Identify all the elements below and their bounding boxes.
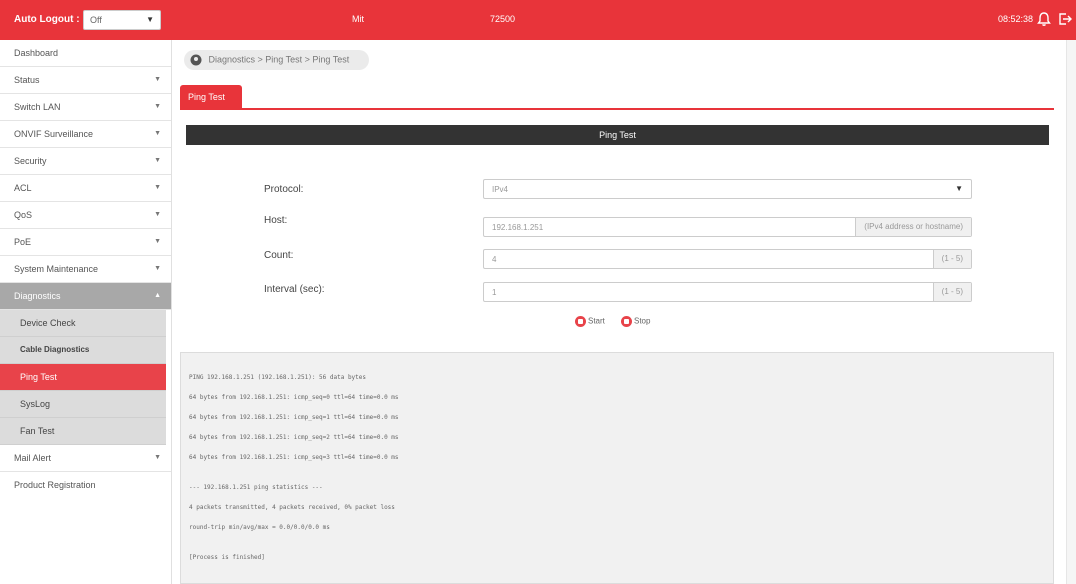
ping-output-console: PING 192.168.1.251 (192.168.1.251): 56 d… (180, 352, 1054, 584)
sidebar-item-device-check[interactable]: Device Check (0, 310, 166, 337)
stop-label: Stop (634, 316, 651, 326)
sidebar-item-fan-test[interactable]: Fan Test (0, 418, 166, 445)
sidebar-item-onvif[interactable]: ONVIF Surveillance ▼ (0, 121, 171, 148)
chevron-down-icon: ▼ (154, 130, 161, 137)
sidebar: Dashboard Status ▼ Switch LAN ▼ ONVIF Surv… (0, 40, 172, 584)
console-line: PING 192.168.1.251 (192.168.1.251): 56 d… (189, 374, 367, 381)
chevron-up-icon: ▲ (154, 292, 161, 299)
start-button[interactable]: Start (575, 316, 605, 330)
sidebar-item-label: ACL (14, 183, 32, 193)
top-bar: Auto Logout : Off ▼ Mit 72500 08:52:38 (0, 0, 1076, 40)
sidebar-item-qos[interactable]: QoS ▼ (0, 202, 171, 229)
sidebar-item-ping-test[interactable]: Ping Test (0, 364, 166, 391)
auto-logout-select[interactable]: Off ▼ (83, 10, 161, 30)
chevron-down-icon: ▼ (154, 238, 161, 245)
interval-input[interactable]: 1 (1 - 5) (483, 282, 972, 302)
breadcrumb-text: Diagnostics > Ping Test > Ping Test (208, 54, 350, 65)
interval-hint: (1 - 5) (932, 283, 971, 301)
page-scrollbar[interactable] (1066, 40, 1076, 584)
chevron-down-icon: ▼ (955, 184, 963, 193)
host-input[interactable]: 192.168.1.251 (IPv4 address or hostname) (483, 217, 972, 237)
device-serial: 72500 (490, 14, 516, 24)
console-line: 64 bytes from 192.168.1.251: icmp_seq=3 … (189, 454, 399, 461)
bell-icon[interactable] (1036, 11, 1052, 27)
chevron-down-icon: ▼ (154, 211, 161, 218)
count-label: Count: (264, 250, 294, 261)
sidebar-item-label: Dashboard (14, 48, 59, 58)
sidebar-item-diagnostics[interactable]: Diagnostics ▲ (0, 283, 171, 310)
sidebar-item-security[interactable]: Security ▼ (0, 148, 171, 175)
sidebar-item-label: System Maintenance (14, 264, 99, 274)
console-line: [Process is finished] (189, 554, 265, 561)
protocol-value: IPv4 (492, 185, 509, 194)
breadcrumb: Diagnostics > Ping Test > Ping Test (184, 50, 369, 70)
chevron-down-icon: ▼ (154, 157, 161, 164)
chevron-down-icon: ▼ (154, 454, 161, 461)
sidebar-item-dashboard[interactable]: Dashboard (0, 40, 171, 67)
sidebar-item-mail-alert[interactable]: Mail Alert ▼ (0, 445, 171, 472)
sidebar-item-label: Product Registration (14, 480, 96, 490)
start-label: Start (588, 316, 605, 326)
host-hint: (IPv4 address or hostname) (855, 218, 971, 236)
sidebar-item-system-maintenance[interactable]: System Maintenance ▼ (0, 256, 171, 283)
protocol-select[interactable]: IPv4 ▼ (483, 179, 972, 199)
system-clock: 08:52:38 (998, 14, 1034, 24)
chevron-down-icon: ▼ (146, 15, 154, 24)
sidebar-item-label: Ping Test (20, 372, 57, 382)
logout-icon[interactable] (1057, 11, 1073, 27)
protocol-label: Protocol: (264, 184, 304, 195)
stop-icon (621, 316, 632, 327)
console-line: --- 192.168.1.251 ping statistics --- (189, 484, 323, 491)
sidebar-item-product-registration[interactable]: Product Registration (0, 472, 171, 499)
sidebar-item-label: PoE (14, 237, 32, 247)
sidebar-item-label: Fan Test (20, 426, 55, 436)
sidebar-item-cable-diagnostics[interactable]: Cable Diagnostics (0, 337, 166, 364)
count-value: 4 (492, 255, 497, 264)
host-value: 192.168.1.251 (492, 223, 544, 232)
console-line: round-trip min/avg/max = 0.0/0.0/0.0 ms (189, 524, 330, 531)
sidebar-item-switch-lan[interactable]: Switch LAN ▼ (0, 94, 171, 121)
location-pin-icon (190, 54, 202, 66)
chevron-down-icon: ▼ (154, 76, 161, 83)
chevron-down-icon: ▼ (154, 265, 161, 272)
sidebar-item-label: Device Check (20, 318, 76, 328)
device-model: Mit (352, 14, 364, 24)
sidebar-item-label: Cable Diagnostics (20, 345, 90, 354)
console-line: 4 packets transmitted, 4 packets receive… (189, 504, 395, 511)
tab-underline (180, 108, 1054, 110)
host-label: Host: (264, 215, 288, 226)
start-icon (575, 316, 586, 327)
sidebar-item-label: ONVIF Surveillance (14, 129, 94, 139)
stop-button[interactable]: Stop (621, 316, 650, 330)
sidebar-item-label: SysLog (20, 399, 51, 409)
sidebar-item-label: Diagnostics (14, 291, 61, 301)
sidebar-item-poe[interactable]: PoE ▼ (0, 229, 171, 256)
section-title-bar: Ping Test (186, 125, 1049, 145)
interval-value: 1 (492, 288, 497, 297)
count-input[interactable]: 4 (1 - 5) (483, 249, 972, 269)
sidebar-item-acl[interactable]: ACL ▼ (0, 175, 171, 202)
sidebar-item-label: Status (14, 75, 40, 85)
count-hint: (1 - 5) (932, 250, 971, 268)
sidebar-item-label: QoS (14, 210, 33, 220)
sidebar-item-label: Switch LAN (14, 102, 61, 112)
sidebar-item-status[interactable]: Status ▼ (0, 67, 171, 94)
sidebar-item-syslog[interactable]: SysLog (0, 391, 166, 418)
chevron-down-icon: ▼ (154, 103, 161, 110)
auto-logout-value: Off (90, 15, 102, 25)
auto-logout-label: Auto Logout : (14, 14, 80, 25)
sidebar-item-label: Mail Alert (14, 453, 52, 463)
interval-label: Interval (sec): (264, 284, 325, 295)
console-line: 64 bytes from 192.168.1.251: icmp_seq=0 … (189, 394, 399, 401)
console-line: 64 bytes from 192.168.1.251: icmp_seq=2 … (189, 434, 399, 441)
chevron-down-icon: ▼ (154, 184, 161, 191)
tab-ping-test[interactable]: Ping Test (180, 85, 242, 108)
console-line: 64 bytes from 192.168.1.251: icmp_seq=1 … (189, 414, 399, 421)
sidebar-item-label: Security (14, 156, 47, 166)
